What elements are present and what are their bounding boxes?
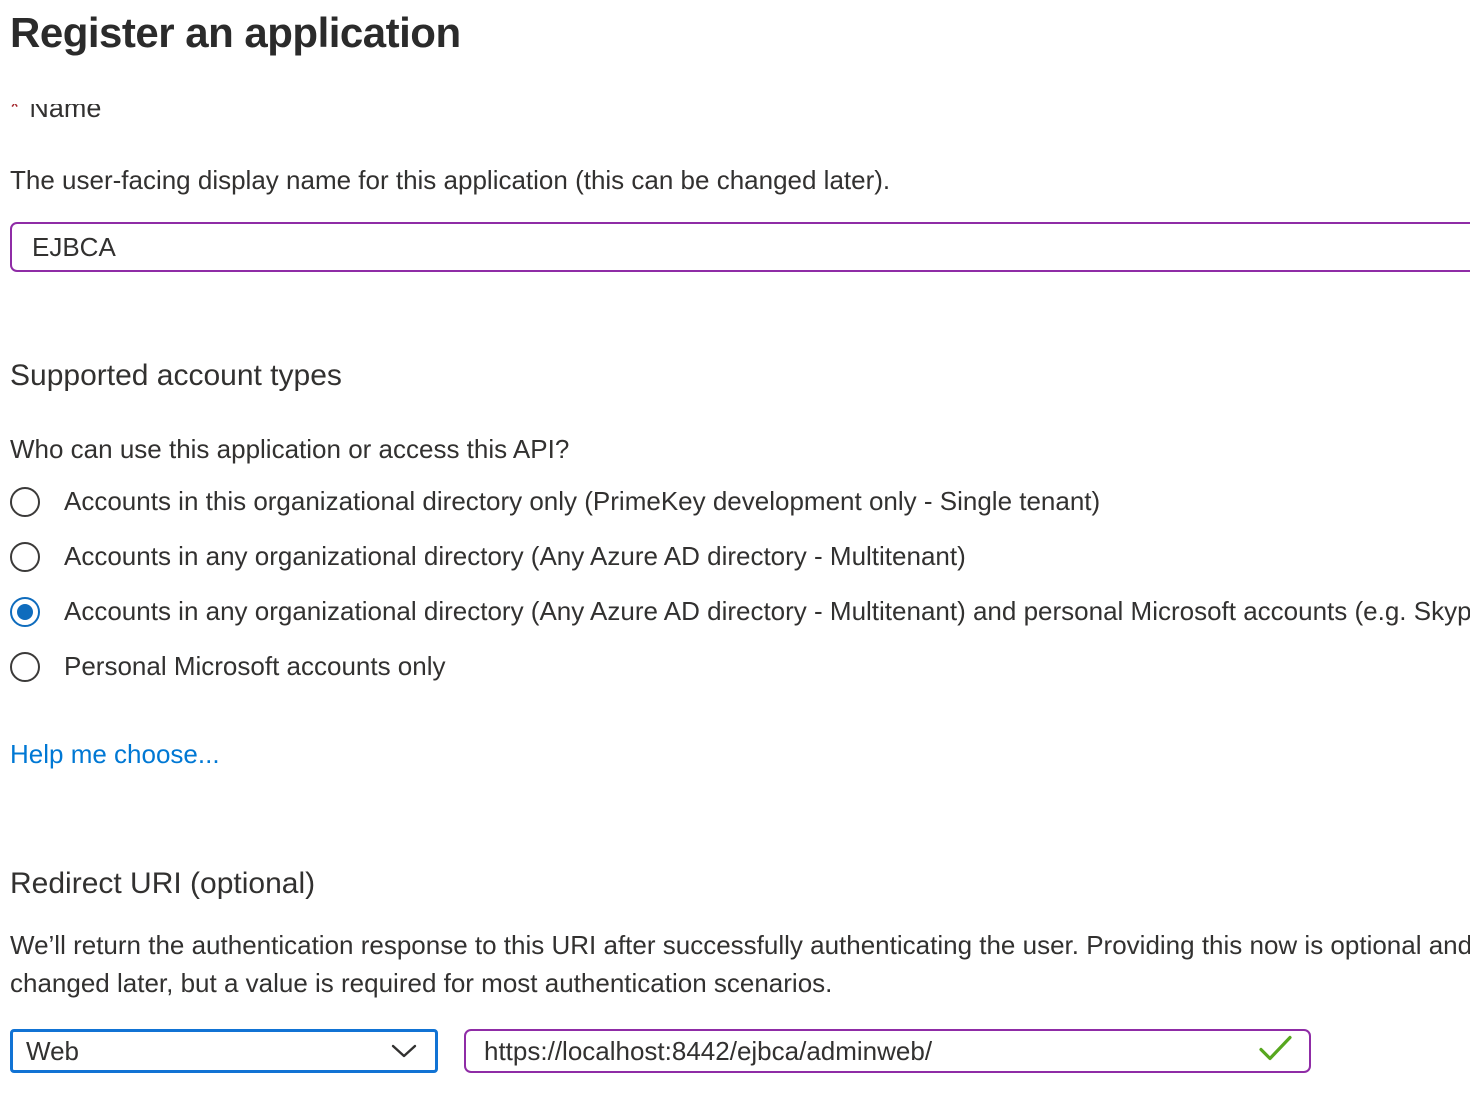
checkmark-icon [1257,1034,1295,1069]
register-application-page: Register an application * Name The user-f… [0,4,1470,1073]
name-field-description: The user-facing display name for this ap… [10,163,1470,197]
radio-button-icon[interactable] [10,487,40,517]
radio-option-label: Accounts in any organizational directory… [64,541,966,572]
radio-button-icon[interactable] [10,542,40,572]
radio-option-single-tenant[interactable]: Accounts in this organizational director… [10,474,1470,529]
radio-option-multitenant-personal[interactable]: Accounts in any organizational directory… [10,584,1470,639]
required-asterisk: * [10,104,19,121]
radio-option-label: Personal Microsoft accounts only [64,651,446,682]
platform-select-dropdown[interactable]: Web [10,1029,438,1073]
platform-select-value: Web [26,1036,79,1067]
radio-option-personal-only[interactable]: Personal Microsoft accounts only [10,639,1470,694]
radio-option-label: Accounts in this organizational director… [64,486,1100,517]
radio-button-icon[interactable] [10,652,40,682]
name-label-clipped: * Name [10,104,1470,130]
radio-option-label: Accounts in any organizational directory… [64,596,1470,627]
redirect-uri-input[interactable] [484,1036,1245,1067]
account-types-question: Who can use this application or access t… [10,432,1470,466]
name-field-label: Name [29,104,101,123]
supported-account-types-heading: Supported account types [10,356,1470,396]
account-type-radio-group: Accounts in this organizational director… [10,474,1470,694]
redirect-uri-description-line1: We’ll return the authentication response… [10,926,1470,964]
name-input[interactable] [10,222,1470,272]
redirect-uri-field [464,1029,1311,1073]
redirect-uri-description: We’ll return the authentication response… [10,926,1470,1002]
redirect-uri-description-line2: changed later, but a value is required f… [10,964,1470,1002]
redirect-uri-row: Web [10,1029,1470,1073]
page-title: Register an application [10,4,1470,62]
radio-button-selected-icon[interactable] [10,597,40,627]
redirect-uri-heading: Redirect URI (optional) [10,864,1470,904]
chevron-down-icon [390,1042,418,1060]
radio-option-multitenant[interactable]: Accounts in any organizational directory… [10,529,1470,584]
help-me-choose-link[interactable]: Help me choose... [10,737,220,771]
